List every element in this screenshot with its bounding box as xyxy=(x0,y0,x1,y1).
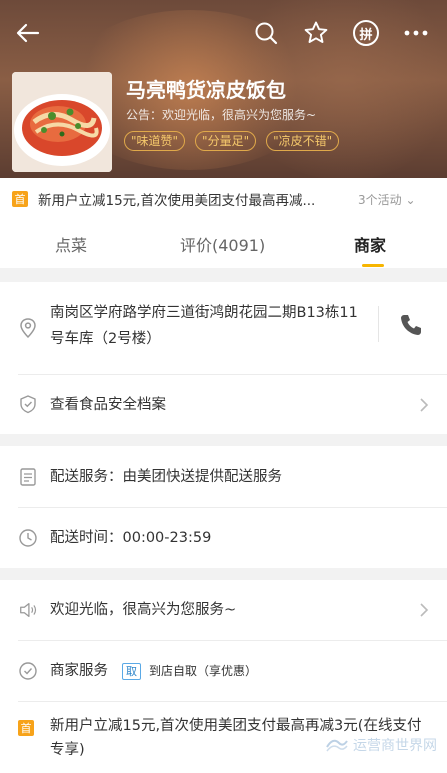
favorite-button[interactable] xyxy=(300,17,332,49)
delivery-service-row: 配送服务：由美团快送提供配送服务 xyxy=(0,446,447,507)
welcome-row[interactable]: 欢迎光临，很高兴为您服务~ xyxy=(0,580,447,640)
pickup-badge: 取 xyxy=(122,662,141,680)
search-button[interactable] xyxy=(250,17,282,49)
chevron-right-icon xyxy=(420,603,429,617)
merchant-service-row: 商家服务 取 到店自取（享优惠） xyxy=(0,641,447,701)
promo-more-link[interactable]: 3个活动 ⌄ xyxy=(358,191,416,208)
tab-reviews[interactable]: 评价(4091) xyxy=(180,232,265,256)
shop-tag: "凉皮不错" xyxy=(266,131,340,151)
watermark-logo-icon xyxy=(326,739,348,752)
shop-header: 拼 马亮鸭货凉皮饭包 公告：欢迎光临，很高兴为您服务~ "味道赞" "分量足" … xyxy=(0,0,447,178)
merchant-info-card: 南岗区学府路学府三道街鸿朗花园二期B13栋11号车库（2号楼） 查看食品安全档案 xyxy=(0,282,447,434)
delivery-time-text: 配送时间：00:00-23:59 xyxy=(50,530,212,546)
active-tab-indicator xyxy=(362,264,384,267)
address-row[interactable]: 南岗区学府路学府三道街鸿朗花园二期B13栋11号车库（2号楼） xyxy=(0,282,447,374)
tab-merchant[interactable]: 商家 xyxy=(354,232,386,256)
more-button[interactable] xyxy=(400,17,432,49)
new-user-badge: 首 xyxy=(18,720,34,736)
merchant-service: 商家服务 取 到店自取（享优惠） xyxy=(50,658,257,684)
tab-bar: 点菜 评价(4091) 商家 xyxy=(0,220,447,268)
shop-name: 马亮鸭货凉皮饭包 xyxy=(126,78,286,102)
services-card: 欢迎光临，很高兴为您服务~ 商家服务 取 到店自取（享优惠） 首 新用户立减15… xyxy=(0,580,447,773)
shop-address: 南岗区学府路学府三道街鸿朗花园二期B13栋11号车库（2号楼） xyxy=(50,305,358,347)
new-user-badge: 首 xyxy=(12,191,28,207)
check-circle-icon xyxy=(18,661,38,681)
food-safety-row[interactable]: 查看食品安全档案 xyxy=(0,375,447,434)
divider xyxy=(378,306,379,342)
shop-tag: "味道赞" xyxy=(124,131,186,151)
more-icon xyxy=(404,30,428,36)
group-order-button[interactable]: 拼 xyxy=(350,17,382,49)
promo-text: 新用户立减15元,首次使用美团支付最高再减... xyxy=(38,193,316,209)
shop-tags: "味道赞" "分量足" "凉皮不错" xyxy=(124,131,340,151)
shop-notice: 公告：欢迎光临，很高兴为您服务~ xyxy=(126,108,317,122)
watermark: 运营商世界网 xyxy=(325,735,437,755)
shield-icon xyxy=(18,394,38,414)
phone-icon xyxy=(401,315,421,335)
promo-bar[interactable]: 首 新用户立减15元,首次使用美团支付最高再减... 3个活动 ⌄ xyxy=(0,178,447,220)
tab-menu[interactable]: 点菜 xyxy=(55,232,87,256)
phone-button[interactable] xyxy=(398,312,424,338)
chevron-right-icon xyxy=(420,398,429,412)
pickup-text: 到店自取（享优惠） xyxy=(149,664,258,678)
back-arrow-icon xyxy=(16,23,40,43)
shop-logo xyxy=(12,72,112,172)
dish-image xyxy=(12,72,112,172)
delivery-time-row: 配送时间：00:00-23:59 xyxy=(0,508,447,568)
speaker-icon xyxy=(18,600,38,620)
back-button[interactable] xyxy=(12,17,44,49)
location-icon xyxy=(18,318,38,339)
top-bar: 拼 xyxy=(0,0,447,66)
watermark-text: 运营商世界网 xyxy=(353,738,437,754)
delivery-service-text: 配送服务：由美团快送提供配送服务 xyxy=(50,469,282,485)
clock-icon xyxy=(18,528,38,548)
merchant-service-label: 商家服务 xyxy=(50,663,108,679)
delivery-card: 配送服务：由美团快送提供配送服务 配送时间：00:00-23:59 xyxy=(0,446,447,568)
document-icon xyxy=(18,467,38,487)
star-icon xyxy=(304,21,328,43)
pin-icon: 拼 xyxy=(353,20,379,46)
welcome-text: 欢迎光临，很高兴为您服务~ xyxy=(50,602,237,618)
shop-tag: "分量足" xyxy=(195,131,257,151)
food-safety-label: 查看食品安全档案 xyxy=(50,397,166,413)
search-icon xyxy=(255,22,278,45)
